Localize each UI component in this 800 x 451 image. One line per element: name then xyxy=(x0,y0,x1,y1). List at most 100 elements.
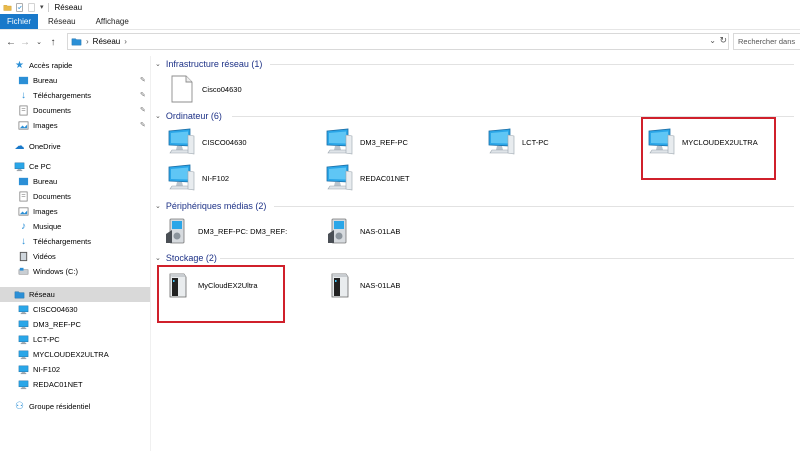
nav-quick-documents[interactable]: Documents xyxy=(18,103,71,118)
group-title: Infrastructure réseau (1) xyxy=(165,59,263,69)
pin-icon[interactable]: ✎ xyxy=(140,91,146,99)
nav-network-nif102[interactable]: NI-F102 xyxy=(18,362,60,377)
nav-label: Ce PC xyxy=(29,162,52,171)
item-computer-lct-pc[interactable]: LCT-PC xyxy=(486,127,549,157)
nav-label: LCT-PC xyxy=(33,335,60,344)
homegroup-icon: ⚇ xyxy=(15,401,24,412)
back-arrow-icon[interactable]: ← xyxy=(5,36,17,48)
nav-this-pc[interactable]: Ce PC xyxy=(14,159,51,174)
images-icon xyxy=(18,207,29,216)
search-input[interactable]: Rechercher dans xyxy=(733,33,800,50)
item-computer-ni-f102[interactable]: NI-F102 xyxy=(166,163,229,193)
highlight-box-mycloud-storage xyxy=(157,265,285,323)
nav-pc-music[interactable]: ♪ Musique xyxy=(18,219,61,234)
nav-network-redac[interactable]: REDAC01NET xyxy=(18,377,83,392)
computer-icon xyxy=(486,127,516,157)
group-header-computers[interactable]: ⌄ Ordinateur (6) xyxy=(152,110,222,122)
nav-pc-videos[interactable]: Vidéos xyxy=(18,249,56,264)
item-media-nas-01lab[interactable]: NAS-01LAB xyxy=(324,216,400,246)
collapse-chevron-icon[interactable]: ⌄ xyxy=(155,202,161,210)
nav-network-lct[interactable]: LCT-PC xyxy=(18,332,60,347)
content-pane: ⌄ Infrastructure réseau (1) Cisco04630 ⌄… xyxy=(152,56,800,451)
breadcrumb-separator-icon[interactable]: › xyxy=(86,37,89,46)
pin-icon[interactable]: ✎ xyxy=(140,106,146,114)
window-title: Réseau xyxy=(54,2,83,12)
nav-quick-downloads[interactable]: ↓ Téléchargements xyxy=(18,88,91,103)
nav-label: Musique xyxy=(33,222,62,231)
group-header-storage[interactable]: ⌄ Stockage (2) xyxy=(152,252,217,264)
pin-icon[interactable]: ✎ xyxy=(140,121,146,129)
nav-quick-images[interactable]: Images xyxy=(18,118,58,133)
customize-qa-dropdown[interactable]: ▾ xyxy=(40,3,44,11)
download-arrow-icon: ↓ xyxy=(21,90,26,101)
nav-pc-documents[interactable]: Documents xyxy=(18,189,71,204)
nav-homegroup[interactable]: ⚇ Groupe résidentiel xyxy=(14,399,90,414)
refresh-icon[interactable]: ↻ xyxy=(719,35,727,46)
address-dropdown-icon[interactable]: ⌄ xyxy=(709,36,716,45)
ribbon-tabs: Fichier Réseau Affichage xyxy=(0,14,800,30)
item-computer-dm3-ref-pc[interactable]: DM3_REF-PC xyxy=(324,127,408,157)
nav-network[interactable]: Réseau xyxy=(0,287,150,302)
item-label: CISCO04630 xyxy=(202,137,247,147)
group-divider xyxy=(220,258,794,259)
recent-locations-chevron-icon[interactable]: ⌄ xyxy=(33,36,45,48)
nav-network-cisco[interactable]: CISCO04630 xyxy=(18,302,78,317)
breadcrumb-chevron-icon[interactable]: › xyxy=(124,37,127,46)
nav-label: REDAC01NET xyxy=(33,380,83,389)
computer-icon xyxy=(18,304,29,315)
desktop-icon xyxy=(18,76,29,85)
group-header-media[interactable]: ⌄ Périphériques médias (2) xyxy=(152,200,266,212)
nav-label: Réseau xyxy=(29,290,55,299)
item-computer-cisco04630[interactable]: CISCO04630 xyxy=(166,127,247,157)
nav-label: Documents xyxy=(33,106,71,115)
music-note-icon: ♪ xyxy=(21,221,26,232)
nav-label: MYCLOUDEX2ULTRA xyxy=(33,350,109,359)
nav-network-dm3[interactable]: DM3_REF-PC xyxy=(18,317,81,332)
tab-file[interactable]: Fichier xyxy=(0,14,39,29)
collapse-chevron-icon[interactable]: ⌄ xyxy=(155,112,161,120)
forward-arrow-icon[interactable]: → xyxy=(19,36,31,48)
media-server-icon xyxy=(324,216,354,246)
item-computer-redac01net[interactable]: REDAC01NET xyxy=(324,163,410,193)
nav-network-mycloud[interactable]: MYCLOUDEX2ULTRA xyxy=(18,347,109,362)
collapse-chevron-icon[interactable]: ⌄ xyxy=(155,254,161,262)
nav-label: Documents xyxy=(33,192,71,201)
highlight-box-mycloud-computer xyxy=(641,117,776,180)
video-icon xyxy=(19,251,28,262)
cloud-icon: ☁ xyxy=(14,141,25,152)
computer-icon xyxy=(324,163,354,193)
breadcrumb-network[interactable]: Réseau xyxy=(93,37,121,46)
item-storage-nas-01lab[interactable]: NAS-01LAB xyxy=(324,270,400,300)
nav-label: CISCO04630 xyxy=(33,305,78,314)
item-label: DM3_REF-PC: DM3_REF: xyxy=(198,226,288,236)
nav-pc-images[interactable]: Images xyxy=(18,204,58,219)
nav-quick-access[interactable]: ★ Accès rapide xyxy=(14,58,72,73)
nav-quick-desktop[interactable]: Bureau xyxy=(18,73,57,88)
network-icon xyxy=(14,289,25,300)
item-label: DM3_REF-PC xyxy=(360,137,408,147)
nav-pc-windows-drive[interactable]: Windows (C:) xyxy=(18,264,78,279)
item-label: LCT-PC xyxy=(522,137,549,147)
group-title: Ordinateur (6) xyxy=(165,111,222,121)
item-cisco04630-infra[interactable]: Cisco04630 xyxy=(166,74,242,104)
computer-icon xyxy=(18,334,29,345)
item-label: REDAC01NET xyxy=(360,173,410,183)
pin-icon[interactable]: ✎ xyxy=(140,76,146,84)
nav-label: OneDrive xyxy=(29,142,61,151)
nav-pc-desktop[interactable]: Bureau xyxy=(18,174,57,189)
nav-label: Images xyxy=(33,207,58,216)
item-media-dm3-ref-pc[interactable]: DM3_REF-PC: DM3_REF: xyxy=(162,216,287,246)
drive-icon xyxy=(18,267,29,275)
nav-pc-downloads[interactable]: ↓ Téléchargements xyxy=(18,234,91,249)
new-folder-icon[interactable] xyxy=(27,2,36,12)
collapse-chevron-icon[interactable]: ⌄ xyxy=(155,60,161,68)
up-arrow-icon[interactable]: ↑ xyxy=(47,36,59,48)
properties-icon[interactable] xyxy=(15,2,24,12)
nav-label: Groupe résidentiel xyxy=(29,402,91,411)
tab-network[interactable]: Réseau xyxy=(38,14,86,29)
address-bar[interactable]: › Réseau › ⌄ ↻ xyxy=(67,33,729,50)
group-header-infrastructure[interactable]: ⌄ Infrastructure réseau (1) xyxy=(152,58,262,70)
group-title: Périphériques médias (2) xyxy=(165,201,267,211)
nav-onedrive[interactable]: ☁ OneDrive xyxy=(14,139,61,154)
tab-view[interactable]: Affichage xyxy=(86,14,139,29)
